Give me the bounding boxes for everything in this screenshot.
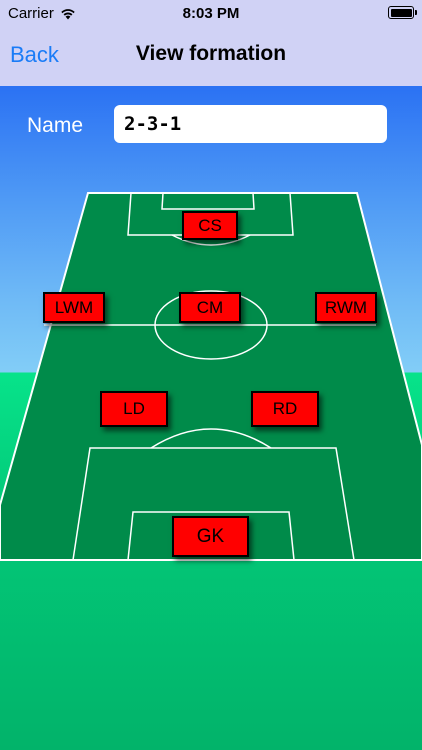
- position-cs[interactable]: CS: [182, 211, 238, 240]
- position-lwm[interactable]: LWM: [43, 292, 105, 323]
- position-ld[interactable]: LD: [100, 391, 168, 427]
- position-gk[interactable]: GK: [172, 516, 249, 557]
- clock: 8:03 PM: [182, 5, 240, 22]
- position-rwm[interactable]: RWM: [315, 292, 377, 323]
- page-title: View formation: [135, 42, 287, 65]
- football-pitch: [0, 192, 422, 561]
- nav-content: Back View formation: [0, 28, 422, 86]
- position-cm[interactable]: CM: [179, 292, 241, 323]
- status-bar: Carrier 8:03 PM: [0, 0, 422, 28]
- battery-icon: [388, 6, 417, 19]
- pitch-surface: [0, 192, 422, 561]
- position-rd[interactable]: RD: [251, 391, 319, 427]
- formation-screen: Carrier 8:03 PM Back View formation Name: [0, 0, 422, 750]
